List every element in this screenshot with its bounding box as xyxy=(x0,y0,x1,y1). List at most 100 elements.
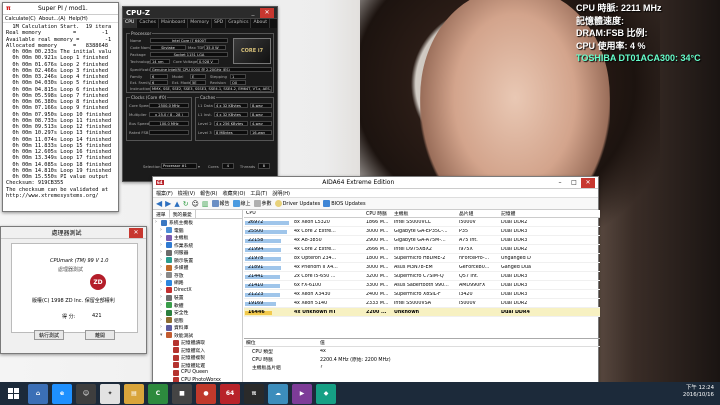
column-header-chipset[interactable]: 晶片組 xyxy=(457,210,499,217)
expand-icon[interactable]: › xyxy=(160,265,164,270)
expand-icon[interactable]: › xyxy=(160,295,164,300)
table-row[interactable]: 16446 4x Unknown HT 2200 ... Unknown Dual DD… xyxy=(244,308,600,317)
details-row[interactable]: 主機板晶片組? xyxy=(244,363,600,371)
tree-item[interactable]: › 電腦 xyxy=(155,227,242,235)
menu-calculate[interactable]: Calculate(C) xyxy=(5,16,36,22)
taskbar-app-icon[interactable]: ▤ xyxy=(124,383,144,404)
tree-item[interactable]: 記憶體複製 xyxy=(155,354,242,362)
expand-icon[interactable]: › xyxy=(160,280,164,285)
menu-report[interactable]: 報告(R) xyxy=(200,190,217,197)
table-row[interactable]: 21978 8x Opteron 234... 1800 M... Supermicr… xyxy=(244,254,600,263)
taskbar-app-icon[interactable]: ● xyxy=(196,383,216,404)
selection-dropdown[interactable]: Processor #1 xyxy=(161,163,197,169)
taskbar-app-icon[interactable]: ◆ xyxy=(316,383,336,404)
taskbar-app-icon[interactable]: ⌂ xyxy=(28,383,48,404)
tree-item[interactable]: › 安全性 xyxy=(155,309,242,317)
tree-item[interactable]: › DirectX xyxy=(155,287,242,295)
details-row[interactable]: CPU 時脈 2200.4 MHz (原始: 2200 MHz) xyxy=(244,355,600,363)
parameters-button[interactable]: 參數 xyxy=(253,200,272,207)
cpumark-titlebar[interactable]: 處理器測試 ✕ xyxy=(1,227,146,239)
up-icon[interactable]: ▲ xyxy=(174,200,179,208)
tab-spd[interactable]: SPD xyxy=(212,19,227,28)
table-row[interactable]: 21223 4x Xeon X3430 2400 M... Supermicro X8… xyxy=(244,290,600,299)
column-header-board[interactable]: 主機板 xyxy=(392,210,457,217)
cpumark-dialog[interactable]: 處理器測試 ✕ CPUmark (TM) 99 V 1.0 處理器測試 ZD 版… xyxy=(0,226,147,354)
forward-icon[interactable]: ▶ xyxy=(165,199,171,208)
tree-item[interactable]: › 多媒體 xyxy=(155,264,242,272)
expand-icon[interactable]: › xyxy=(160,228,164,233)
tree-item[interactable]: › 顯示裝置 xyxy=(155,257,242,265)
tree-item[interactable]: › 資料庫 xyxy=(155,324,242,332)
taskbar-app-icon[interactable]: e xyxy=(52,383,72,404)
back-icon[interactable]: ◀ xyxy=(156,199,162,208)
column-header-clock[interactable]: CPU 時脈 xyxy=(364,210,392,217)
expand-icon[interactable]: › xyxy=(160,235,164,240)
run-test-button[interactable]: 執行測試 xyxy=(34,330,64,340)
expand-icon[interactable]: › xyxy=(160,273,164,278)
expand-icon[interactable]: › xyxy=(160,258,164,263)
tab-mainboard[interactable]: Mainboard xyxy=(159,19,189,28)
expand-icon[interactable]: › xyxy=(160,303,164,308)
chart-icon[interactable]: ▥ xyxy=(202,200,209,208)
details-row[interactable]: CPU 類型 4x xyxy=(244,347,600,355)
details-col-field[interactable]: 欄位 xyxy=(244,339,320,346)
column-header-cpu[interactable]: CPU xyxy=(244,211,364,216)
expand-icon[interactable]: › xyxy=(160,250,164,255)
expand-icon[interactable]: › xyxy=(160,243,164,248)
menu-tools[interactable]: 工具(T) xyxy=(250,190,267,197)
tab-menu[interactable]: 選單 xyxy=(153,210,170,218)
start-button[interactable] xyxy=(2,384,24,404)
table-row[interactable]: 25500 4x Core 2 Extre... 3000 M... Gigabyte… xyxy=(244,227,600,236)
table-row[interactable]: 21441 2x Core i5-650 ... 3200 M... Supermic… xyxy=(244,272,600,281)
superpi-window[interactable]: π Super PI / mod1. Calculate(C) About...… xyxy=(2,2,119,212)
expand-icon[interactable]: › xyxy=(160,325,164,330)
taskbar-app-icon[interactable]: ✦ xyxy=(100,383,120,404)
expand-icon[interactable]: ▾ xyxy=(160,333,164,338)
aida64-window[interactable]: 64 AIDA64 Extreme Edition – □ ✕ 檔案(F) 檢視… xyxy=(152,176,600,405)
menu-help[interactable]: Help(H) xyxy=(69,16,88,22)
tree-item[interactable]: › 組態 xyxy=(155,317,242,325)
tab-caches[interactable]: Caches xyxy=(137,19,160,28)
maximize-icon[interactable]: □ xyxy=(567,178,581,188)
tab-about[interactable]: About xyxy=(251,19,271,28)
table-row[interactable]: 26972 8x Xeon L5320 1866 M... Intel S5000VC… xyxy=(244,218,600,227)
tree-item[interactable]: ▾ 效能測試 xyxy=(155,332,242,340)
tree-item[interactable]: › 存放 xyxy=(155,272,242,280)
tree-item[interactable]: › 系統主機板 xyxy=(155,219,242,227)
system-tray-clock[interactable]: 下午 12:24 2016/10/16 xyxy=(683,385,714,399)
refresh-icon[interactable]: ↻ xyxy=(183,200,189,208)
tree-item[interactable]: 記憶體寫入 xyxy=(155,347,242,355)
bios-updates-button[interactable]: BIOS Updates xyxy=(323,200,366,207)
close-icon[interactable]: ✕ xyxy=(260,7,274,18)
tab-memory[interactable]: Memory xyxy=(188,19,212,28)
taskbar-app-icon[interactable]: ▶ xyxy=(292,383,312,404)
tree-item[interactable]: › 主機板 xyxy=(155,234,242,242)
tab-favorites[interactable]: 我的最愛 xyxy=(170,210,196,218)
menu-favorites[interactable]: 收藏夾(O) xyxy=(223,190,246,197)
column-header-memory[interactable]: 記憶體 xyxy=(499,210,600,217)
table-row[interactable]: 22158 4x A8-3850 2900 M... Gigabyte GA-A75M… xyxy=(244,236,600,245)
cpuz-titlebar[interactable]: CPU-Z _ ✕ xyxy=(123,7,277,19)
tab-graphics[interactable]: Graphics xyxy=(226,19,252,28)
tree-item[interactable]: › 作業系統 xyxy=(155,242,242,250)
tree-item[interactable]: 記憶體延遲 xyxy=(155,362,242,370)
tree-item[interactable]: › 裝置 xyxy=(155,294,242,302)
table-row[interactable]: 21994 4x Core 2 Extre... 2666 M... Intel D9… xyxy=(244,245,600,254)
taskbar-app-icon[interactable]: 64 xyxy=(220,383,240,404)
tree-item[interactable]: › 伺服器 xyxy=(155,249,242,257)
menu-file[interactable]: 檔案(F) xyxy=(156,190,173,197)
user-icon[interactable]: ☺ xyxy=(192,200,199,208)
cpuz-window[interactable]: CPU-Z _ ✕ CPU Caches Mainboard Memory SP… xyxy=(122,6,278,182)
details-col-value[interactable]: 值 xyxy=(320,339,600,346)
exit-button[interactable]: 離開 xyxy=(85,330,115,340)
expand-icon[interactable]: › xyxy=(160,288,164,293)
taskbar-app-icon[interactable]: ☺ xyxy=(76,383,96,404)
expand-icon[interactable]: › xyxy=(160,318,164,323)
aida64-titlebar[interactable]: 64 AIDA64 Extreme Edition – □ ✕ xyxy=(153,177,598,189)
menu-view[interactable]: 檢視(V) xyxy=(178,190,195,197)
tree-item[interactable]: CPU Queen xyxy=(155,369,242,377)
chevron-down-icon[interactable]: ▾ xyxy=(198,164,200,169)
menu-help[interactable]: 說明(H) xyxy=(272,190,290,197)
expand-icon[interactable]: › xyxy=(160,310,164,315)
online-button[interactable]: 線上 xyxy=(232,200,251,207)
